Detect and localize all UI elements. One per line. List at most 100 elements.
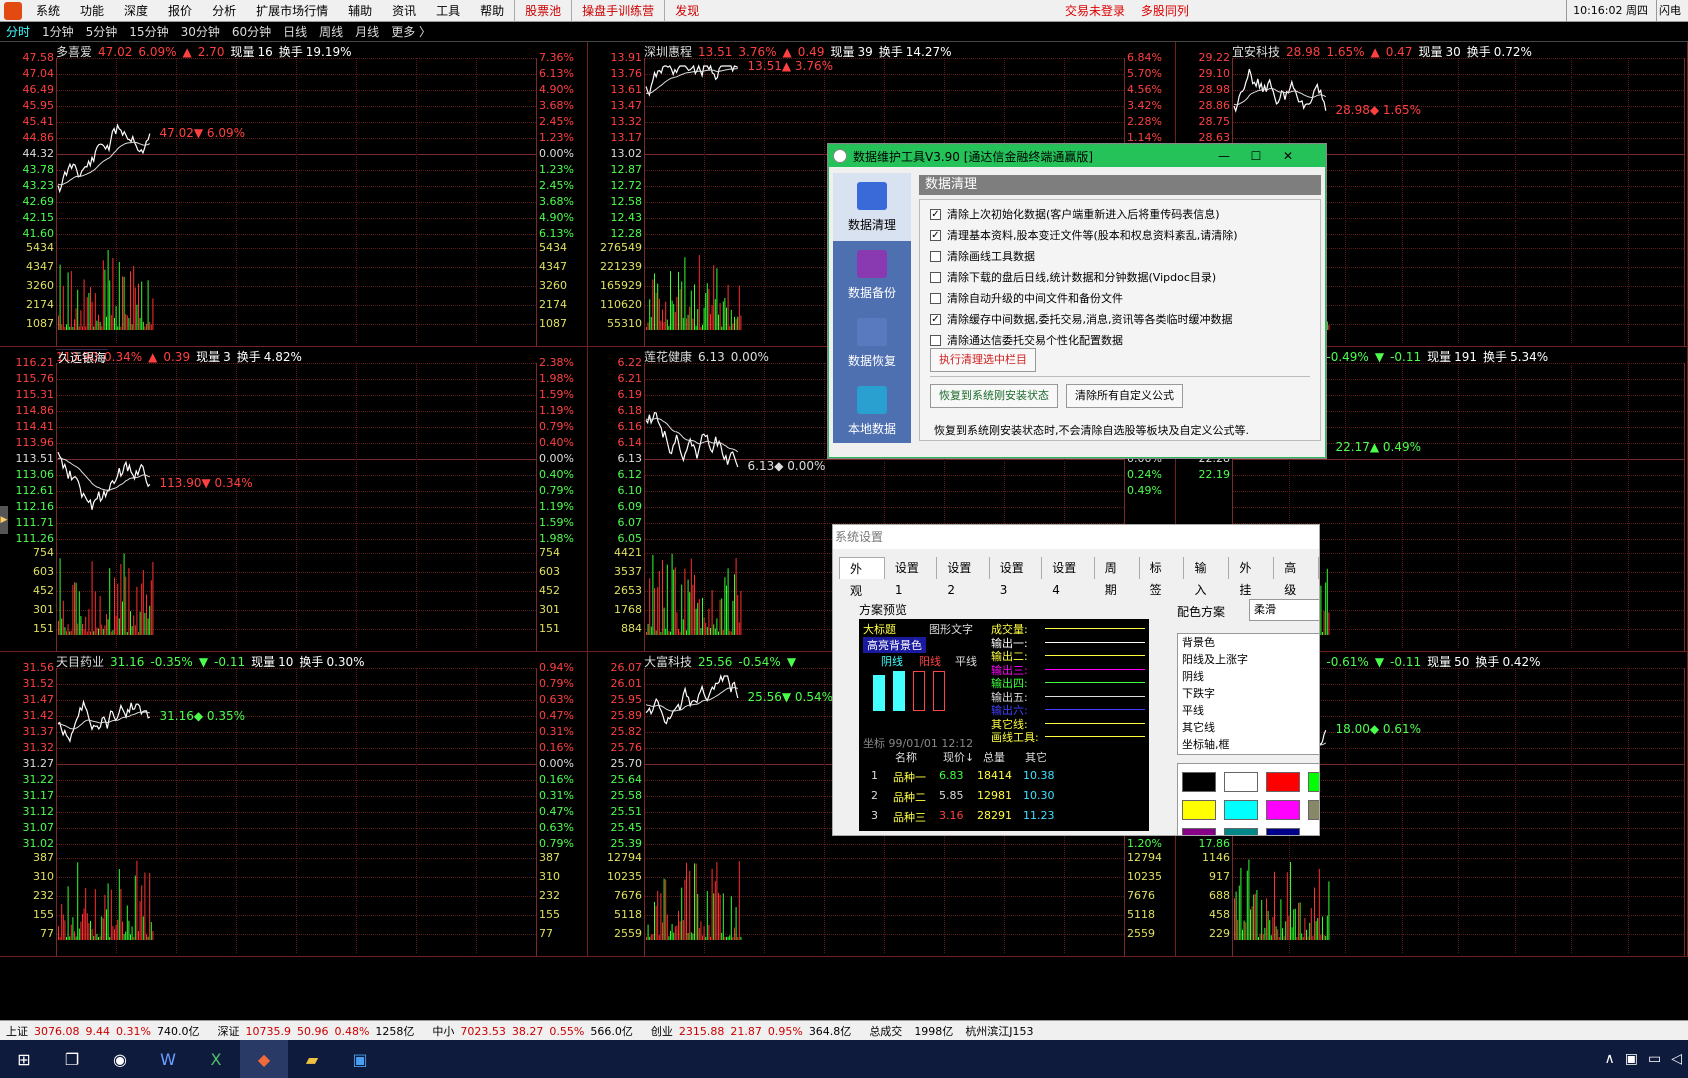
- start-icon[interactable]: ⊞: [0, 1040, 48, 1078]
- color-element-list[interactable]: 背景色 阳线及上涨字 阴线 下跌字 平线 其它线 坐标轴,框: [1177, 633, 1319, 755]
- tdx-app-icon[interactable]: ◆: [240, 1040, 288, 1078]
- chevron-up-icon[interactable]: ∧: [1605, 1051, 1615, 1067]
- menu-extended-market[interactable]: 扩展市场行情: [246, 0, 338, 22]
- dialog-titlebar[interactable]: 数据维护工具V3.90 [通达信金融终端通赢版] — ☐ ✕: [829, 145, 1325, 167]
- multi-stock-mode[interactable]: 多股同列: [1141, 4, 1189, 18]
- swatch-cyan[interactable]: [1224, 800, 1258, 820]
- stock-panel[interactable]: 天目药业 31.16 -0.35% ▼ -0.11 现量 10 换手 0.30% 31.56 0.9…: [0, 652, 588, 957]
- period-tab-1min[interactable]: 1分钟: [36, 23, 80, 40]
- run-clean-button[interactable]: 执行清理选中栏目: [930, 348, 1036, 372]
- clean-option-row[interactable]: ✓ 清理基本资料,股本变迁文件等(股本和权息资料紊乱,请清除): [930, 227, 1238, 243]
- stock-panel[interactable]: 多喜爱 47.02 6.09% ▲ 2.70 现量 16 换手 19.19% 47.58 7.36%…: [0, 42, 588, 347]
- menu-trader-camp[interactable]: 操盘手训练营: [571, 0, 664, 22]
- swatch-black[interactable]: [1182, 772, 1216, 792]
- option-checkbox[interactable]: [930, 334, 941, 346]
- period-tab-monthly[interactable]: 月线: [349, 23, 385, 40]
- network-icon[interactable]: ▭: [1648, 1051, 1661, 1067]
- menu-discover[interactable]: 发现: [664, 0, 709, 22]
- chrome-icon[interactable]: ◉: [96, 1040, 144, 1078]
- menu-analysis[interactable]: 分析: [202, 0, 246, 22]
- word-icon[interactable]: W: [144, 1040, 192, 1078]
- period-tab-daily[interactable]: 日线: [277, 23, 313, 40]
- swatch-olive[interactable]: [1308, 800, 1319, 820]
- period-tab-5min[interactable]: 5分钟: [80, 23, 124, 40]
- menu-system[interactable]: 系统: [26, 0, 70, 22]
- settings-tab[interactable]: 高级: [1274, 557, 1319, 597]
- index-segment[interactable]: 上证 3076.08 9.44 0.31% 740.0亿: [0, 1023, 211, 1039]
- volume-icon[interactable]: ◁: [1671, 1051, 1682, 1067]
- expand-left-icon[interactable]: ▶: [0, 506, 8, 534]
- settings-tab[interactable]: 标签: [1140, 557, 1185, 597]
- period-tab-weekly[interactable]: 周线: [313, 23, 349, 40]
- settings-tab[interactable]: 设置4: [1042, 557, 1095, 597]
- maximize-icon[interactable]: ☐: [1241, 145, 1271, 167]
- menu-info[interactable]: 资讯: [382, 0, 426, 22]
- clean-option-row[interactable]: ✓ 清除上次初始化数据(客户端重新进入后将重传码表信息): [930, 206, 1220, 222]
- period-tab-60min[interactable]: 60分钟: [226, 23, 277, 40]
- settings-tab[interactable]: 设置2: [937, 557, 990, 597]
- menu-tools[interactable]: 工具: [426, 0, 470, 22]
- swatch-green[interactable]: [1308, 772, 1319, 792]
- swatch-red[interactable]: [1266, 772, 1300, 792]
- menu-stock-pool[interactable]: 股票池: [514, 0, 571, 22]
- option-checkbox[interactable]: [930, 292, 941, 304]
- stock-panel[interactable]: 久远银海 113.90 0.34% ▲ 0.39 现量 3 换手 4.82% 116.21 2.38…: [0, 347, 588, 652]
- clean-option-row[interactable]: 清除通达信委托交易个性化配置数据: [930, 332, 1123, 348]
- menu-help[interactable]: 帮助: [470, 0, 514, 22]
- option-checkbox[interactable]: [930, 271, 941, 283]
- sidebar-item-local-data[interactable]: 本地数据: [833, 377, 911, 445]
- option-checkbox[interactable]: ✓: [930, 313, 941, 325]
- minimize-icon[interactable]: —: [1209, 145, 1239, 167]
- index-segment[interactable]: 创业 2315.88 21.87 0.95% 364.8亿: [645, 1023, 863, 1039]
- settings-tab[interactable]: 设置3: [990, 557, 1043, 597]
- task-view-icon[interactable]: ❐: [48, 1040, 96, 1078]
- clean-option-row[interactable]: 清除画线工具数据: [930, 248, 1035, 264]
- period-tab-more[interactable]: 更多 〉: [385, 23, 437, 40]
- settings-tab[interactable]: 设置1: [885, 557, 938, 597]
- menu-quote[interactable]: 报价: [158, 0, 202, 22]
- color-element-item[interactable]: 下跌字: [1178, 685, 1319, 702]
- swatch-navy[interactable]: [1266, 828, 1300, 835]
- index-segment[interactable]: 深证 10735.9 50.96 0.48% 1258亿: [211, 1023, 426, 1039]
- scheme-select[interactable]: 柔滑: [1249, 599, 1319, 621]
- clean-option-row[interactable]: 清除自动升级的中间文件和备份文件: [930, 290, 1123, 306]
- swatch-yellow[interactable]: [1182, 800, 1216, 820]
- swatch-white[interactable]: [1224, 772, 1258, 792]
- flash-trade-button[interactable]: 闪电手: [1656, 0, 1688, 22]
- index-segment[interactable]: 中小 7023.53 38.27 0.55% 566.0亿: [426, 1023, 644, 1039]
- color-element-item[interactable]: 坐标轴,框: [1178, 736, 1319, 753]
- settings-tab[interactable]: 外挂: [1229, 557, 1275, 597]
- color-element-item[interactable]: 平线: [1178, 702, 1319, 719]
- tray-app-icon[interactable]: ▣: [1625, 1051, 1638, 1067]
- mail-app-icon[interactable]: ▣: [336, 1040, 384, 1078]
- restore-default-button[interactable]: 恢复到系统刚安装状态: [930, 384, 1058, 408]
- period-tab-30min[interactable]: 30分钟: [175, 23, 226, 40]
- swatch-magenta[interactable]: [1266, 800, 1300, 820]
- swatch-teal[interactable]: [1224, 828, 1258, 835]
- file-explorer-icon[interactable]: ▰: [288, 1040, 336, 1078]
- swatch-purple[interactable]: [1182, 828, 1216, 835]
- period-tab-15min[interactable]: 15分钟: [123, 23, 174, 40]
- option-checkbox[interactable]: [930, 250, 941, 262]
- option-checkbox[interactable]: ✓: [930, 208, 941, 220]
- sidebar-item-data-clean[interactable]: 数据清理: [833, 173, 911, 241]
- close-icon[interactable]: ✕: [1273, 145, 1303, 167]
- sidebar-item-data-backup[interactable]: 数据备份: [833, 241, 911, 309]
- menu-depth[interactable]: 深度: [114, 0, 158, 22]
- menu-assist[interactable]: 辅助: [338, 0, 382, 22]
- clear-formulas-button[interactable]: 清除所有自定义公式: [1066, 384, 1183, 408]
- sidebar-item-data-restore[interactable]: 数据恢复: [833, 309, 911, 377]
- menu-function[interactable]: 功能: [70, 0, 114, 22]
- excel-icon[interactable]: X: [192, 1040, 240, 1078]
- option-checkbox[interactable]: ✓: [930, 229, 941, 241]
- settings-tab[interactable]: 外观: [839, 557, 885, 598]
- color-element-item[interactable]: 背景色: [1178, 634, 1319, 651]
- period-tab-intraday[interactable]: 分时: [0, 23, 36, 40]
- settings-tab[interactable]: 周期: [1095, 557, 1140, 597]
- color-element-item[interactable]: 其它线: [1178, 719, 1319, 736]
- color-element-item[interactable]: 阳线及上涨字: [1178, 651, 1319, 668]
- clean-option-row[interactable]: ✓ 清除缓存中间数据,委托交易,消息,资讯等各类临时缓冲数据: [930, 311, 1233, 327]
- color-element-item[interactable]: 阴线: [1178, 668, 1319, 685]
- clean-option-row[interactable]: 清除下载的盘后日线,统计数据和分钟数据(Vipdoc目录): [930, 269, 1216, 285]
- settings-tab[interactable]: 输入: [1184, 557, 1230, 597]
